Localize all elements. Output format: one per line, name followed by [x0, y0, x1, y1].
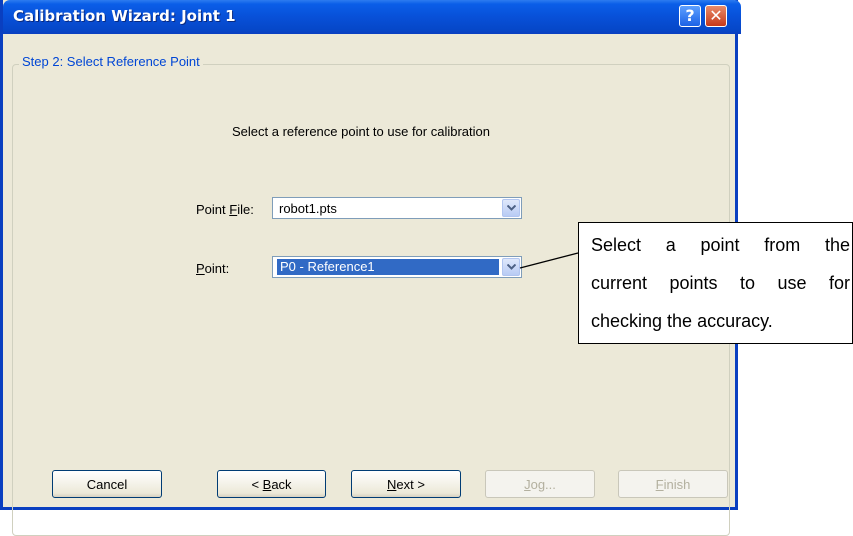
callout-box: Select a point from the current points t…: [578, 222, 853, 344]
callout-line-2: current points to use for: [591, 273, 850, 293]
callout-line-3: checking the accuracy.: [591, 311, 773, 331]
callout-line-1: Select a point from the: [591, 235, 850, 255]
